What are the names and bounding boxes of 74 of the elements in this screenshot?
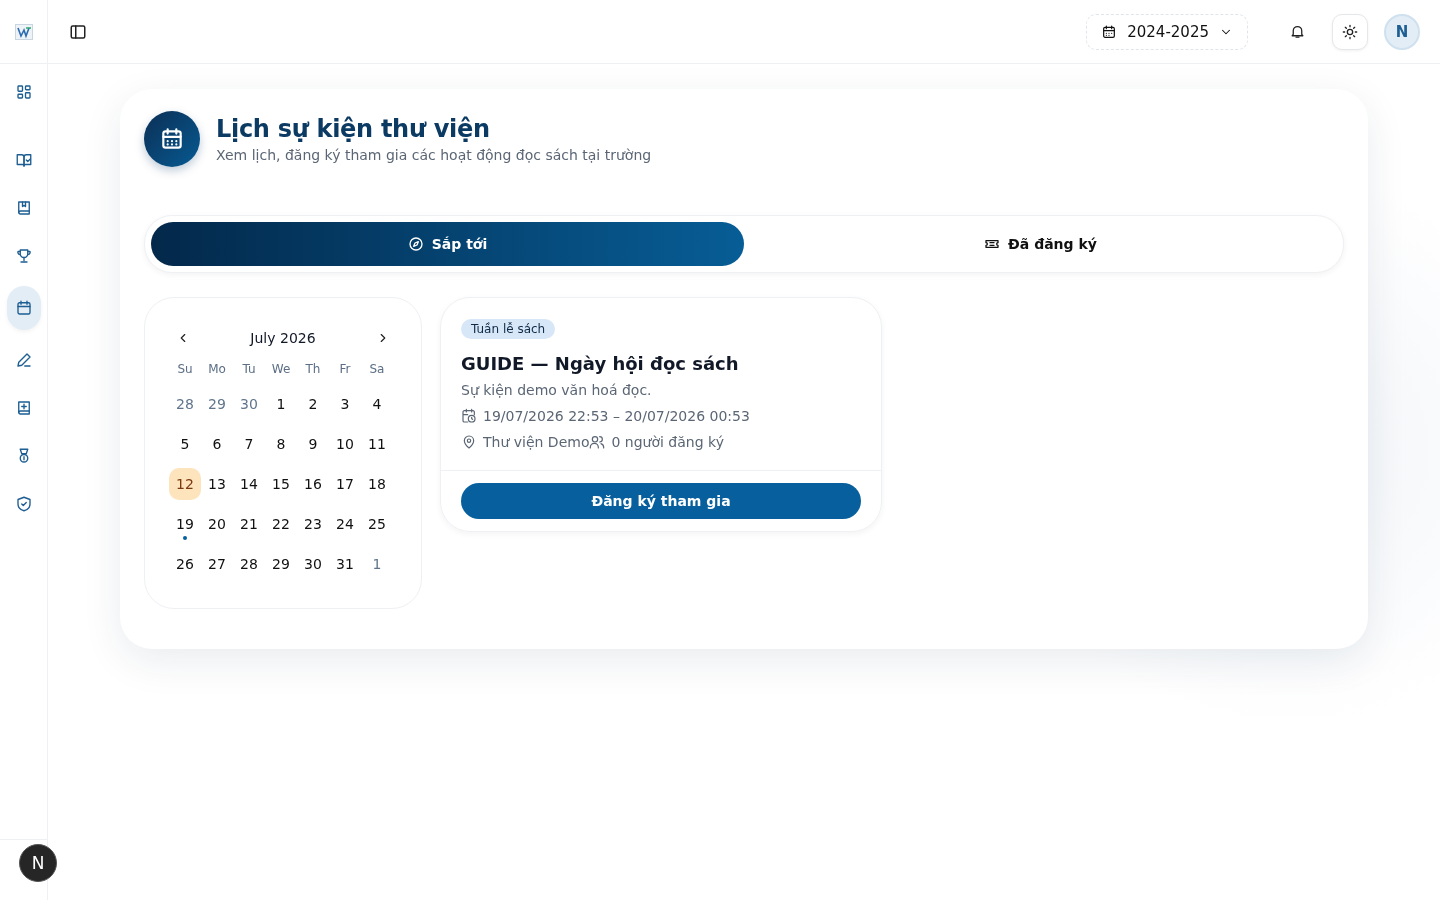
calendar-day[interactable]: 12 xyxy=(169,468,201,500)
calendar-day[interactable]: 23 xyxy=(297,508,329,540)
calendar-day[interactable]: 27 xyxy=(201,548,233,580)
weekday-label: Fr xyxy=(338,362,352,378)
attendee-count: 0 người đăng ký xyxy=(611,434,724,450)
calendar-day[interactable]: 29 xyxy=(265,548,297,580)
calendar-day[interactable]: 10 xyxy=(329,428,361,460)
calendar-day[interactable]: 24 xyxy=(329,508,361,540)
calendar-day[interactable]: 16 xyxy=(297,468,329,500)
page-title: Lịch sự kiện thư viện xyxy=(216,115,491,143)
shield-check-icon xyxy=(14,495,33,513)
calendar-day[interactable]: 13 xyxy=(201,468,233,500)
user-avatar[interactable]: N xyxy=(1384,13,1420,50)
calendar-day[interactable]: 9 xyxy=(297,428,329,460)
calendar-day[interactable]: 8 xyxy=(265,428,297,460)
event-time: 19/07/2026 22:53 – 20/07/2026 00:53 xyxy=(483,408,750,424)
event-title: GUIDE — Ngày hội đọc sách xyxy=(461,353,740,374)
calendar-day[interactable]: 6 xyxy=(201,428,233,460)
calendar-day[interactable]: 25 xyxy=(361,508,393,540)
calendar-day[interactable]: 21 xyxy=(233,508,265,540)
weekday-label: Th xyxy=(304,362,322,378)
calendar-day[interactable]: 18 xyxy=(361,468,393,500)
pen-icon xyxy=(14,351,33,369)
year-select[interactable]: 2024-2025 xyxy=(1086,13,1248,50)
calendar-day[interactable]: 28 xyxy=(169,388,201,420)
event-description: Sự kiện demo văn hoá đọc. xyxy=(461,382,653,398)
calendar-clock-icon xyxy=(461,408,477,424)
calendar-day[interactable]: 30 xyxy=(297,548,329,580)
category-tag: Tuần lễ sách xyxy=(461,319,556,339)
calendar-day[interactable]: 28 xyxy=(233,548,265,580)
register-button[interactable]: Đăng ký tham gia xyxy=(461,483,861,519)
theme-button[interactable] xyxy=(1332,13,1368,50)
users-icon xyxy=(589,434,606,450)
calendar-grid-drawing xyxy=(159,126,185,152)
nav-item[interactable] xyxy=(6,286,41,330)
calendar-day[interactable]: 20 xyxy=(201,508,233,540)
grid-icon xyxy=(14,83,33,101)
dev-badge[interactable]: N xyxy=(19,844,57,882)
calendar-day[interactable]: 22 xyxy=(265,508,297,540)
weekday-label: Su xyxy=(176,362,194,378)
calendar-day[interactable]: 11 xyxy=(361,428,393,460)
compass-icon xyxy=(407,236,424,252)
calendar-day[interactable]: 4 xyxy=(361,388,393,420)
calendar-day[interactable]: 7 xyxy=(233,428,265,460)
tab[interactable]: Sắp tới xyxy=(151,222,744,266)
calendar-icon xyxy=(14,299,33,317)
calendar-day[interactable]: 29 xyxy=(201,388,233,420)
location-pin-icon xyxy=(461,434,477,450)
calendar-day[interactable]: 5 xyxy=(169,428,201,460)
calendar-icon xyxy=(1101,23,1118,40)
weekday-label: We xyxy=(270,362,292,378)
weekday-label: Sa xyxy=(368,362,386,378)
sun-icon xyxy=(1342,23,1358,40)
page-subtitle: Xem lịch, đăng ký tham gia các hoạt động đọc sách tại trường xyxy=(216,147,652,163)
calendar-day[interactable]: 3 xyxy=(329,388,361,420)
weekday-label: Mo xyxy=(207,362,227,378)
open-book-icon xyxy=(14,151,33,169)
logo-icon[interactable] xyxy=(14,23,33,40)
calendar-day[interactable]: 26 xyxy=(169,548,201,580)
month-label: July 2026 xyxy=(250,330,316,346)
calendar-day[interactable]: 30 xyxy=(233,388,265,420)
calendar-day[interactable]: 15 xyxy=(265,468,297,500)
calendar-day[interactable]: 17 xyxy=(329,468,361,500)
calendar-day[interactable]: 14 xyxy=(233,468,265,500)
calendar-day[interactable]: 1 xyxy=(361,548,393,580)
calendar-day[interactable]: 2 xyxy=(297,388,329,420)
calendar-day[interactable]: 19 xyxy=(169,508,201,540)
event-location: Thư viện Demo xyxy=(483,434,590,450)
calendar-day[interactable]: 1 xyxy=(265,388,297,420)
tab[interactable]: Đã đăng ký xyxy=(744,222,1337,266)
calendar-day[interactable]: 31 xyxy=(329,548,361,580)
panel-icon xyxy=(69,22,87,41)
weekday-label: Tu xyxy=(241,362,257,378)
trophy-icon xyxy=(14,247,33,265)
